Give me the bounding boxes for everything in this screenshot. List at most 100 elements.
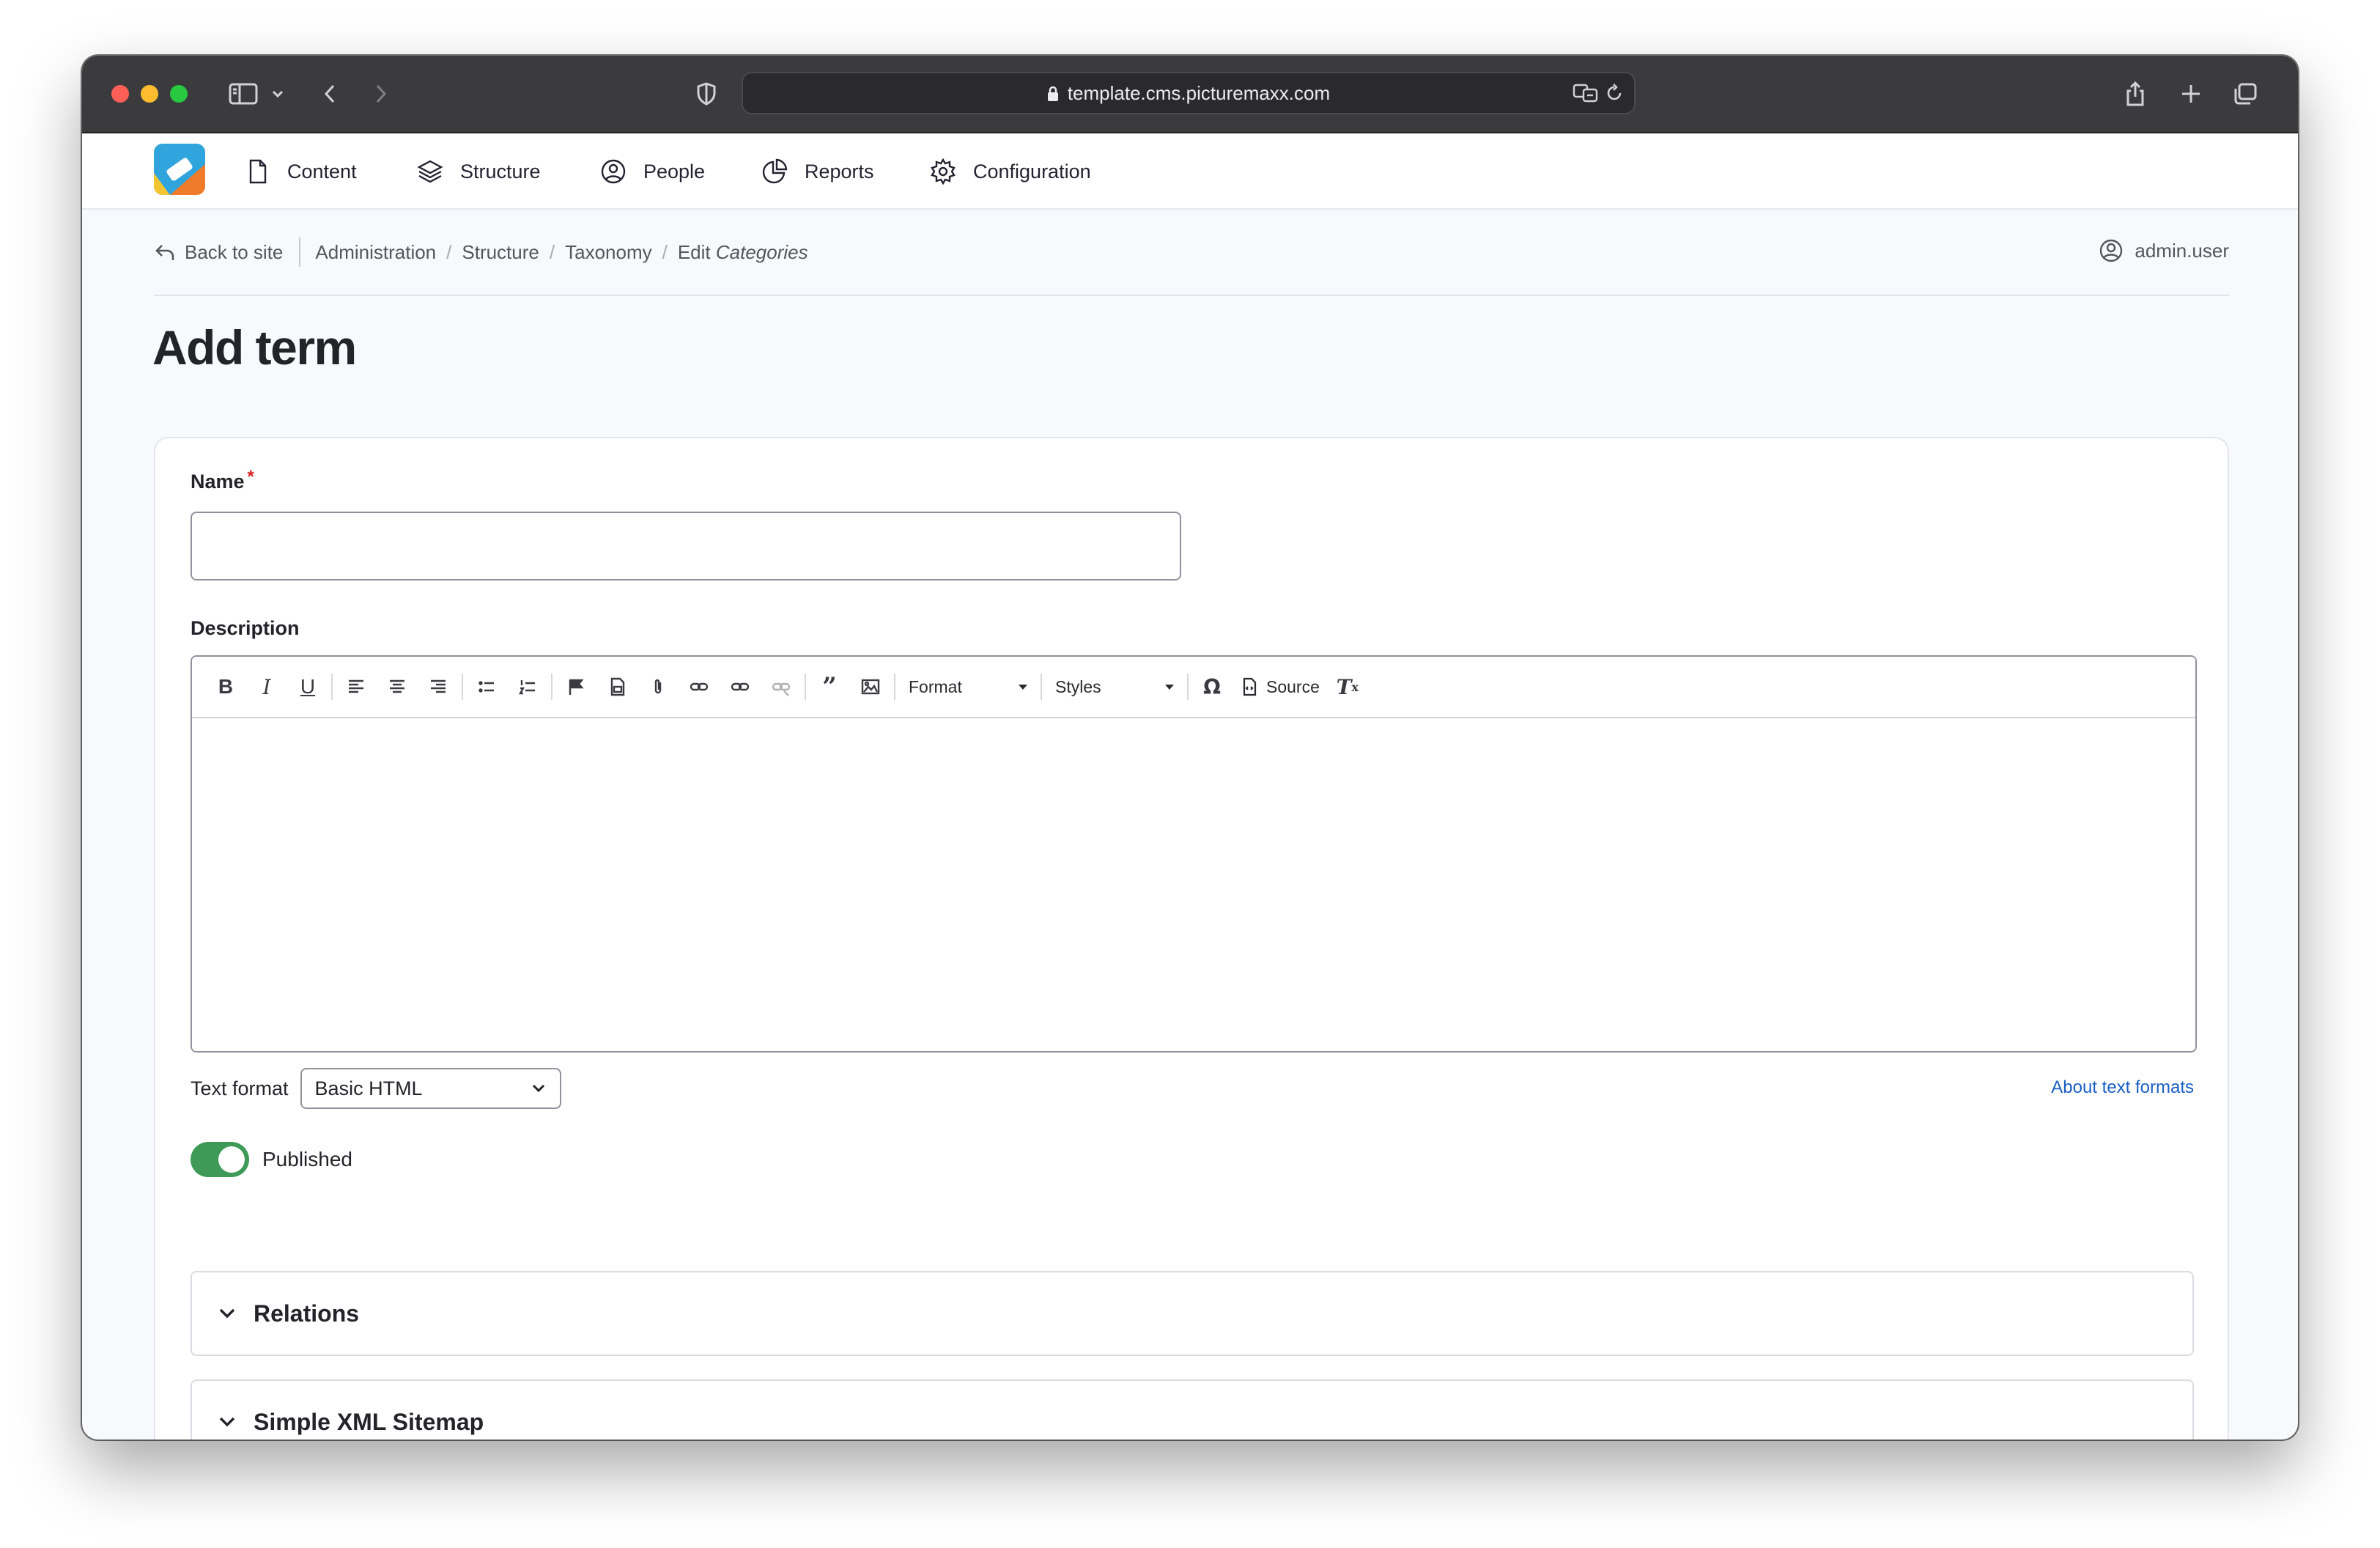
underline-icon[interactable]: U	[287, 666, 328, 707]
back-nav-icon[interactable]	[314, 75, 346, 113]
user-circle-icon	[601, 159, 626, 184]
shield-icon[interactable]	[690, 75, 722, 113]
text-format-label: Text format	[191, 1077, 289, 1099]
nav-people-label: People	[643, 160, 706, 183]
username: admin.user	[2135, 239, 2229, 262]
text-format-row: Text format Basic HTML	[191, 1067, 561, 1110]
back-to-site-label: Back to site	[185, 240, 284, 263]
description-editor: B I U ” Format Styles Ω Source T x	[191, 655, 2197, 1053]
reload-icon[interactable]	[1605, 84, 1624, 106]
relations-section-toggle[interactable]: Relations	[191, 1271, 2194, 1356]
gear-icon	[931, 158, 956, 185]
required-marker: *	[247, 467, 254, 487]
user-menu[interactable]: admin.user	[2098, 237, 2229, 264]
breadcrumb-structure[interactable]: Structure	[462, 241, 539, 264]
tab-overview-icon[interactable]	[2229, 75, 2261, 113]
nav-configuration[interactable]: Configuration	[929, 150, 1091, 194]
browser-titlebar: template.cms.picturemaxx.com	[82, 56, 2298, 133]
nav-content[interactable]: Content	[243, 150, 357, 194]
chevron-down-icon[interactable]	[267, 75, 289, 113]
editor-content-area[interactable]	[192, 718, 2195, 1051]
attachment-icon[interactable]	[638, 666, 679, 707]
nav-structure[interactable]: Structure	[416, 150, 541, 194]
nav-reports-label: Reports	[805, 160, 874, 183]
align-right-icon[interactable]	[418, 666, 459, 707]
breadcrumb: Back to site Administration / Structure …	[154, 210, 2229, 296]
breadcrumb-edit-vocabulary: Categories	[715, 240, 808, 263]
dropdown-arrow-icon	[1019, 684, 1027, 690]
align-left-icon[interactable]	[336, 666, 377, 707]
unlink-icon[interactable]	[761, 666, 802, 707]
chevron-down-icon	[219, 1417, 235, 1427]
format-dropdown[interactable]: Format	[898, 666, 1038, 707]
insert-template-icon[interactable]	[596, 666, 638, 707]
pie-chart-icon	[762, 158, 788, 184]
xml-sitemap-section-toggle[interactable]: Simple XML Sitemap	[191, 1379, 2194, 1440]
term-form-card: Name * Description B I U ” Format Styles…	[154, 437, 2229, 1440]
link-alt-icon[interactable]	[720, 666, 761, 707]
breadcrumb-administration[interactable]: Administration	[315, 241, 436, 264]
toolbar-separator	[1187, 674, 1189, 700]
breadcrumb-separator: /	[549, 240, 555, 263]
styles-dropdown[interactable]: Styles	[1045, 666, 1184, 707]
nav-configuration-label: Configuration	[973, 160, 1091, 183]
source-icon	[1243, 677, 1257, 696]
published-toggle[interactable]	[191, 1142, 249, 1177]
text-format-select[interactable]: Basic HTML	[300, 1068, 561, 1109]
special-character-icon[interactable]: Ω	[1191, 666, 1232, 707]
dropdown-arrow-icon	[1165, 684, 1174, 690]
url-text: template.cms.picturemaxx.com	[1067, 81, 1331, 104]
breadcrumb-taxonomy[interactable]: Taxonomy	[565, 241, 652, 264]
nav-reports[interactable]: Reports	[761, 150, 874, 194]
bulleted-list-icon[interactable]	[466, 666, 507, 707]
admin-toolbar: Content Structure People Reports Configu…	[82, 133, 2298, 210]
toolbar-separator	[1041, 674, 1042, 700]
breadcrumb-separator: /	[446, 240, 452, 263]
format-dropdown-label: Format	[909, 677, 962, 696]
numbered-list-icon[interactable]	[507, 666, 548, 707]
layers-icon	[417, 160, 443, 183]
site-logo[interactable]	[154, 144, 205, 195]
toolbar-separator	[805, 674, 806, 700]
source-button[interactable]: Source	[1232, 666, 1327, 707]
align-center-icon[interactable]	[377, 666, 418, 707]
back-to-site-link[interactable]: Back to site	[154, 237, 301, 267]
blockquote-icon[interactable]: ”	[809, 666, 850, 707]
editor-toolbar: B I U ” Format Styles Ω Source T x	[192, 657, 2195, 718]
nav-content-label: Content	[287, 160, 357, 183]
forward-nav-icon[interactable]	[365, 75, 397, 113]
toolbar-separator	[894, 674, 895, 700]
close-window-button[interactable]	[111, 85, 129, 103]
back-arrow-icon	[155, 245, 174, 260]
toolbar-separator	[462, 674, 463, 700]
share-icon[interactable]	[2119, 75, 2151, 113]
published-toggle-row: Published	[191, 1142, 352, 1177]
new-tab-icon[interactable]	[2175, 75, 2207, 113]
image-icon[interactable]	[850, 666, 891, 707]
translate-icon[interactable]	[1572, 83, 1599, 107]
remove-format-icon[interactable]: Tx	[1327, 666, 1368, 707]
lock-icon	[1047, 86, 1059, 101]
xml-sitemap-section-label: Simple XML Sitemap	[254, 1408, 484, 1435]
file-icon	[249, 159, 267, 184]
minimize-window-button[interactable]	[141, 85, 158, 103]
text-format-selected: Basic HTML	[314, 1077, 423, 1099]
nav-people[interactable]: People	[599, 150, 705, 194]
browser-window: template.cms.picturemaxx.com Content Str…	[82, 56, 2298, 1440]
published-label: Published	[262, 1148, 352, 1171]
breadcrumb-edit-prefix: Edit	[677, 240, 711, 263]
italic-icon[interactable]: I	[246, 666, 287, 707]
relations-section-label: Relations	[254, 1300, 360, 1327]
page-title: Add term	[152, 320, 357, 375]
name-input[interactable]	[191, 512, 1181, 580]
sidebar-toggle-icon[interactable]	[223, 75, 264, 113]
address-bar[interactable]: template.cms.picturemaxx.com	[742, 72, 1636, 114]
bold-icon[interactable]: B	[205, 666, 246, 707]
about-text-formats-link[interactable]: About text formats	[2051, 1077, 2194, 1098]
link-icon[interactable]	[679, 666, 720, 707]
breadcrumb-edit-categories[interactable]: Edit Categories	[678, 241, 808, 264]
anchor-flag-icon[interactable]	[555, 666, 596, 707]
toolbar-separator	[331, 674, 333, 700]
breadcrumb-separator: /	[662, 240, 668, 263]
zoom-window-button[interactable]	[170, 85, 188, 103]
